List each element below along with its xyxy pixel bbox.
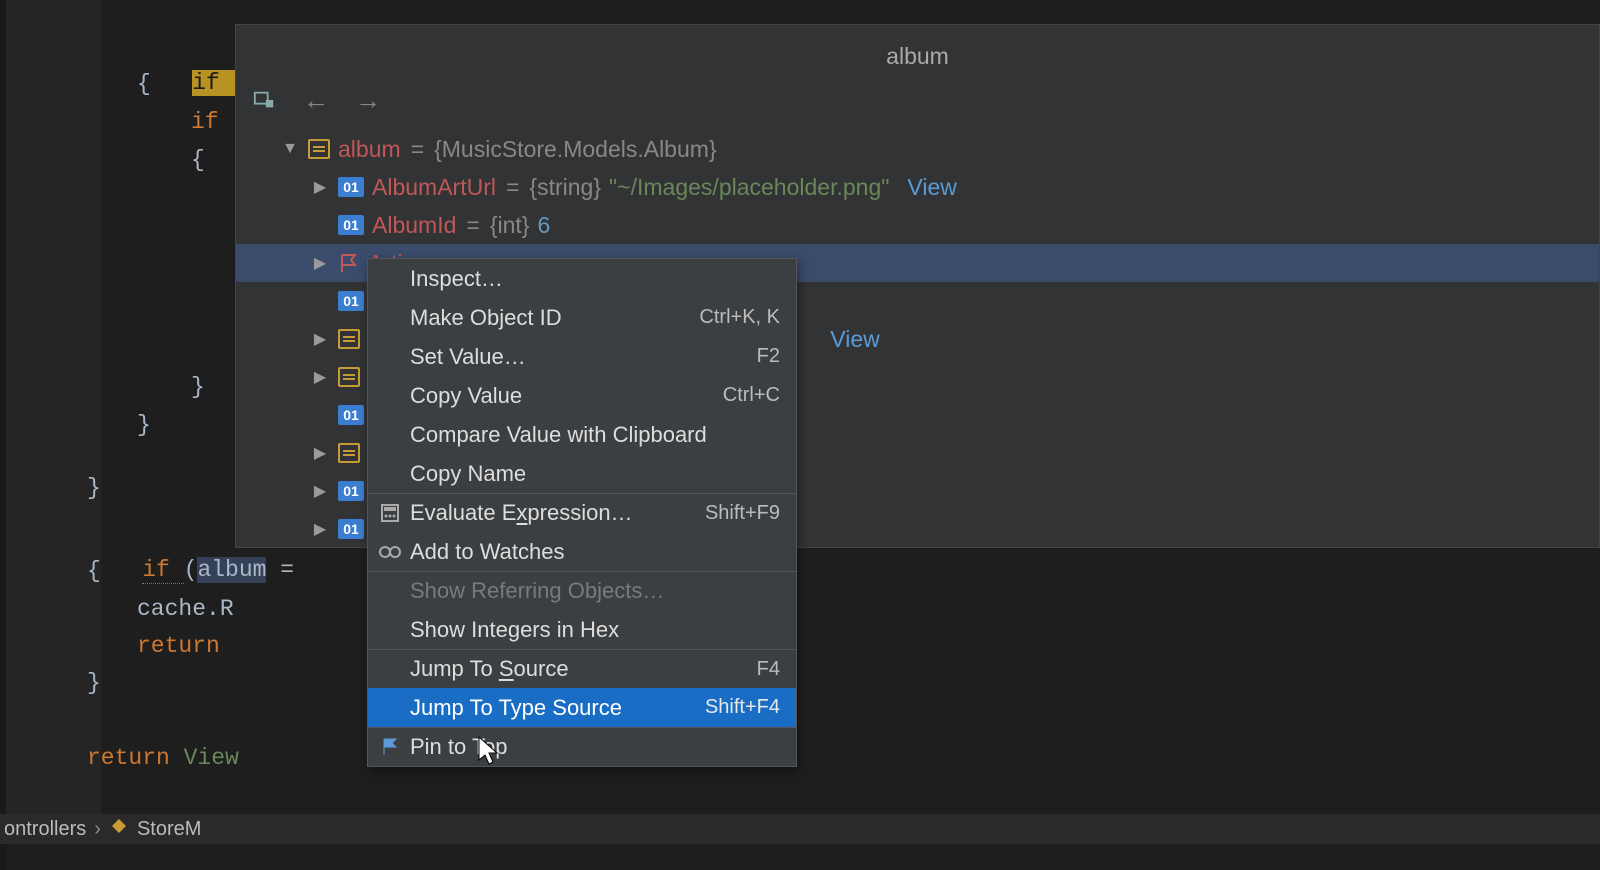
- brace: }: [87, 670, 101, 696]
- eq: =: [411, 136, 424, 163]
- breadcrumb-segment[interactable]: StoreM: [137, 818, 201, 841]
- menu-item-label: Set Value…: [410, 344, 526, 370]
- watches-icon: [378, 543, 402, 561]
- menu-item-label: Copy Name: [410, 461, 526, 487]
- node-name: album: [338, 136, 401, 163]
- ident-cache: cache.: [137, 596, 220, 622]
- field-icon: 01: [338, 405, 364, 425]
- menu-item-show-referring: Show Referring Objects…: [368, 571, 796, 610]
- context-menu: Inspect… Make Object ID Ctrl+K, K Set Value…: [367, 258, 797, 767]
- menu-item-label: Compare Value with Clipboard: [410, 422, 707, 448]
- menu-item-label: Make Object ID: [410, 305, 562, 331]
- expander-icon[interactable]: ▶: [310, 519, 330, 539]
- forward-arrow-icon[interactable]: →: [354, 86, 382, 114]
- ident-view: View: [184, 745, 239, 771]
- menu-item-copy-value[interactable]: Copy Value Ctrl+C: [368, 376, 796, 415]
- menu-item-shortcut: Shift+F9: [705, 502, 780, 525]
- menu-item-label: Show Integers in Hex: [410, 617, 619, 643]
- menu-item-evaluate-expression[interactable]: Evaluate Expression… Shift+F9: [368, 493, 796, 532]
- node-type: {int}: [490, 212, 530, 239]
- menu-item-shortcut: Ctrl+C: [723, 384, 780, 407]
- tree-node-albumId[interactable]: 01 AlbumId = {int} 6: [236, 206, 1599, 244]
- menu-item-pin-top[interactable]: Pin to Top: [368, 727, 796, 766]
- menu-item-label: Show Referring Objects…: [410, 578, 664, 604]
- struct-icon: [338, 443, 360, 463]
- expander-icon[interactable]: ▶: [310, 443, 330, 463]
- menu-item-label: Copy Value: [410, 383, 522, 409]
- expander-icon[interactable]: ▶: [310, 253, 330, 273]
- expander-icon[interactable]: ▼: [280, 140, 300, 158]
- menu-item-inspect[interactable]: Inspect…: [368, 259, 796, 298]
- field-icon: 01: [338, 177, 364, 197]
- tree-root[interactable]: ▼ album = {MusicStore.Models.Album}: [236, 130, 1599, 168]
- menu-item-show-hex[interactable]: Show Integers in Hex: [368, 610, 796, 649]
- expander-icon[interactable]: ▶: [310, 329, 330, 349]
- brace: }: [191, 374, 205, 400]
- view-link[interactable]: View: [830, 326, 879, 353]
- struct-icon: [308, 139, 330, 159]
- node-type: {MusicStore.Models.Album}: [434, 136, 717, 163]
- field-icon: 01: [338, 519, 364, 539]
- class-icon: [109, 816, 129, 842]
- field-icon: 01: [338, 215, 364, 235]
- menu-item-jump-source[interactable]: Jump To Source F4: [368, 649, 796, 688]
- menu-item-label: Add to Watches: [410, 539, 564, 565]
- menu-item-label: Jump To Type Source: [410, 695, 622, 721]
- inspector-toolbar: ← →: [236, 80, 1599, 130]
- breadcrumb-segment[interactable]: ontrollers: [4, 818, 86, 841]
- menu-item-set-value[interactable]: Set Value… F2: [368, 337, 796, 376]
- tree-node-albumArtUrl[interactable]: ▶ 01 AlbumArtUrl = {string} "~/Images/plac…: [236, 168, 1599, 206]
- menu-item-shortcut: Shift+F4: [705, 696, 780, 719]
- eq: =: [466, 212, 479, 239]
- menu-item-add-watches[interactable]: Add to Watches: [368, 532, 796, 571]
- menu-item-copy-name[interactable]: Copy Name: [368, 454, 796, 493]
- add-watch-icon[interactable]: [250, 86, 278, 114]
- inspector-title: album: [236, 25, 1599, 80]
- expander-icon[interactable]: ▶: [310, 481, 330, 501]
- view-link[interactable]: View: [907, 174, 956, 201]
- menu-item-label: Evaluate Expression…: [410, 500, 633, 526]
- brace: {: [191, 147, 205, 173]
- menu-item-shortcut: F2: [757, 345, 780, 368]
- menu-item-jump-type-source[interactable]: Jump To Type Source Shift+F4: [368, 688, 796, 727]
- menu-item-shortcut: Ctrl+K, K: [699, 306, 780, 329]
- expander-icon[interactable]: ▶: [310, 177, 330, 197]
- return-keyword: return: [137, 633, 220, 659]
- expander-icon[interactable]: ▶: [310, 367, 330, 387]
- field-icon: 01: [338, 481, 364, 501]
- back-arrow-icon[interactable]: ←: [302, 86, 330, 114]
- brace: }: [87, 475, 101, 501]
- brace: {: [87, 558, 101, 584]
- chevron-right-icon: ›: [94, 818, 101, 841]
- menu-item-shortcut: F4: [757, 658, 780, 681]
- flag-icon: [338, 253, 360, 273]
- breadcrumb[interactable]: ontrollers › StoreM: [0, 814, 1600, 844]
- brace: {: [137, 71, 151, 97]
- menu-item-label: Inspect…: [410, 266, 503, 292]
- menu-item-make-object-id[interactable]: Make Object ID Ctrl+K, K: [368, 298, 796, 337]
- brace: }: [137, 412, 151, 438]
- ident-method: R: [220, 596, 234, 622]
- menu-item-compare-clip[interactable]: Compare Value with Clipboard: [368, 415, 796, 454]
- calc-icon: [378, 503, 402, 523]
- node-type: {string}: [529, 174, 601, 201]
- if-keyword: if: [191, 109, 219, 135]
- node-name: AlbumId: [372, 212, 456, 239]
- flag-icon: [378, 738, 402, 756]
- menu-item-label: Pin to Top: [410, 734, 507, 760]
- node-value: "~/Images/placeholder.png": [609, 174, 889, 201]
- menu-item-label: Jump To Source: [410, 656, 569, 682]
- struct-icon: [338, 329, 360, 349]
- node-name: AlbumArtUrl: [372, 174, 496, 201]
- eq: =: [506, 174, 519, 201]
- field-icon: 01: [338, 291, 364, 311]
- node-value: 6: [537, 212, 550, 239]
- struct-icon: [338, 367, 360, 387]
- return-keyword: return: [87, 745, 184, 771]
